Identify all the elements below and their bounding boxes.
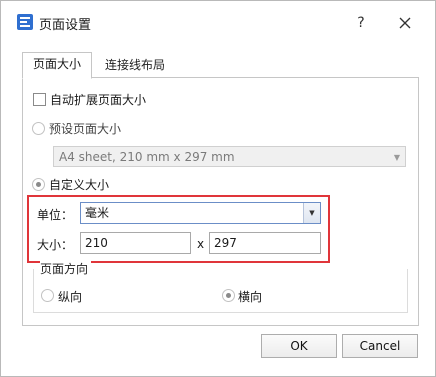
help-button[interactable]: ? (350, 12, 372, 34)
dialog-title: 页面设置 (39, 18, 92, 33)
times-label: x (197, 237, 205, 251)
portrait-label: 纵向 (58, 290, 83, 304)
height-value: 297 (214, 236, 237, 250)
title-bar: 页面设置 ? (1, 1, 435, 43)
width-value: 210 (85, 236, 108, 250)
unit-value: 毫米 (85, 206, 110, 220)
landscape-label: 横向 (238, 290, 263, 304)
custom-size-radio[interactable] (32, 178, 45, 191)
tab-page-size[interactable]: 页面大小 (22, 52, 93, 79)
ok-button[interactable]: OK (261, 334, 337, 358)
chevron-down-icon: ▼ (303, 203, 320, 223)
auto-expand-label: 自动扩展页面大小 (50, 93, 147, 107)
auto-expand-checkbox[interactable] (33, 93, 46, 106)
unit-label: 单位： (37, 208, 74, 222)
preset-size-radio[interactable] (32, 122, 45, 135)
unit-select[interactable]: 毫米 ▼ (80, 202, 321, 224)
portrait-radio[interactable] (41, 289, 54, 302)
preset-size-value: A4 sheet, 210 mm x 297 mm (59, 150, 235, 164)
size-label: 大小： (37, 238, 74, 252)
width-input[interactable]: 210 (80, 232, 191, 254)
orientation-group-title: 页面方向 (40, 260, 92, 277)
app-logo-icon (17, 14, 33, 30)
preset-size-select[interactable]: A4 sheet, 210 mm x 297 mm ▼ (53, 146, 406, 167)
landscape-radio[interactable] (222, 289, 235, 302)
close-icon[interactable] (394, 12, 416, 34)
page-setup-dialog: 页面设置 ? 页面大小 连接线布局 自动扩展页面大小 预设页面大小 A4 she… (0, 0, 436, 377)
tab-connector-layout[interactable]: 连接线布局 (95, 54, 175, 76)
height-input[interactable]: 297 (209, 232, 321, 254)
preset-size-label: 预设页面大小 (49, 122, 122, 136)
custom-size-label: 自定义大小 (49, 178, 110, 192)
cancel-button[interactable]: Cancel (342, 334, 418, 358)
chevron-down-icon: ▼ (393, 153, 400, 162)
